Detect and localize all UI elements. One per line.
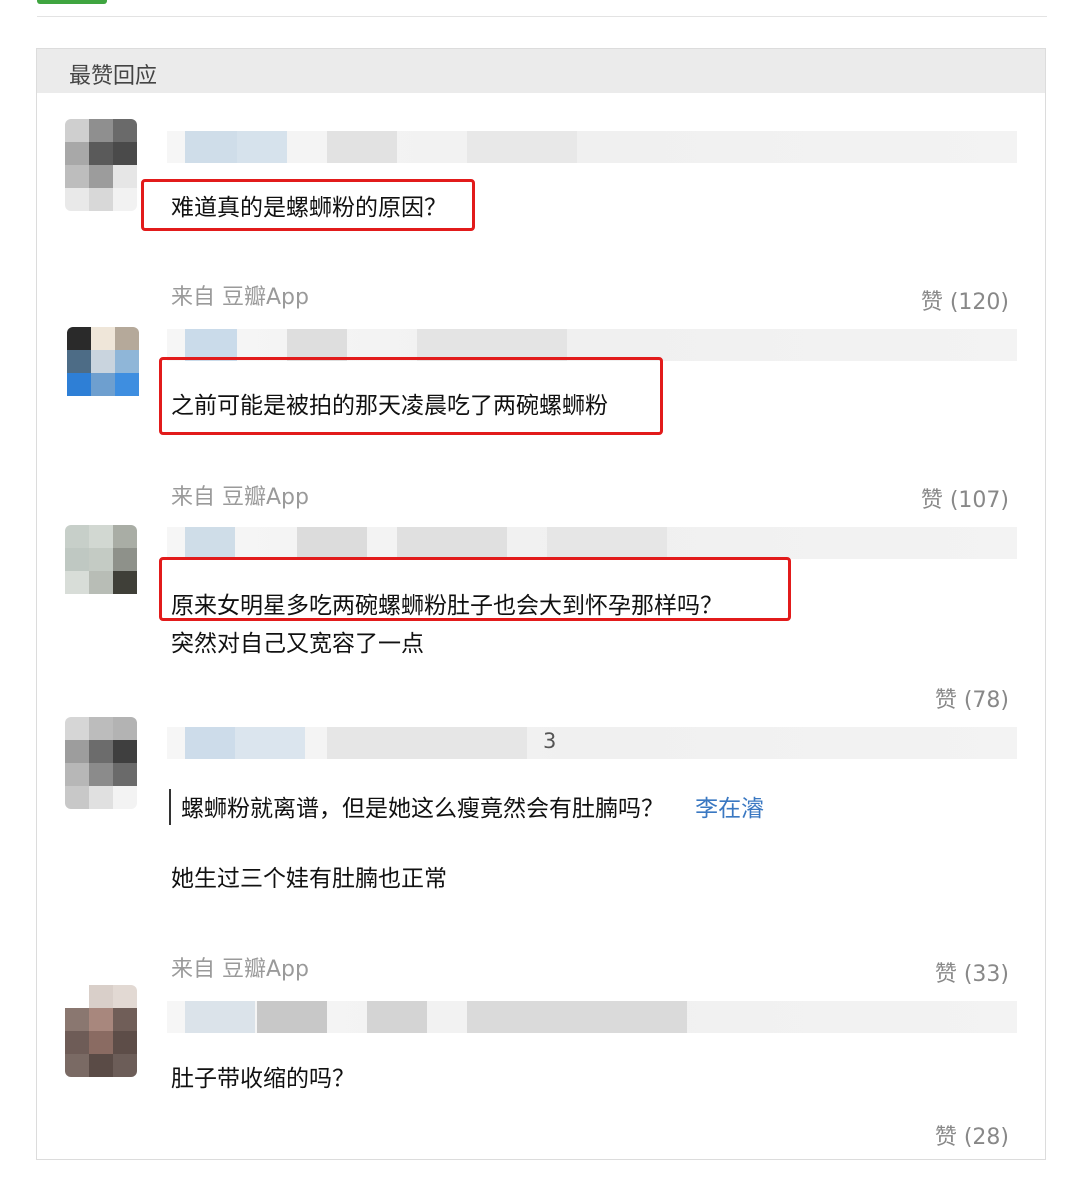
like-button[interactable]: 赞 (120) bbox=[921, 284, 1009, 316]
comment-source: 来自 豆瓣App bbox=[171, 485, 309, 510]
panel-header: 最赞回应 bbox=[37, 49, 1045, 93]
username-blurred[interactable] bbox=[167, 527, 1017, 559]
username-suffix: 3 bbox=[543, 729, 557, 753]
like-button[interactable]: 赞 (78) bbox=[935, 682, 1009, 714]
comment-text: 之前可能是被拍的那天凌晨吃了两碗螺蛳粉 bbox=[171, 393, 608, 419]
quoted-reply: 螺蛳粉就离谱，但是她这么瘦竟然会有肚腩吗？ 李在濬 bbox=[169, 789, 764, 825]
comment-text: 原来女明星多吃两碗螺蛳粉肚子也会大到怀孕那样吗？ bbox=[171, 593, 723, 619]
top-replies-panel: 最赞回应 难道真的是螺蛳粉的原因？ 来自 豆瓣App 赞 (120) 之前可能是… bbox=[36, 48, 1046, 1160]
username-blurred[interactable] bbox=[167, 1001, 1017, 1033]
comment-text: 她生过三个娃有肚腩也正常 bbox=[171, 866, 447, 892]
comment-text: 难道真的是螺蛳粉的原因？ bbox=[171, 195, 447, 221]
avatar[interactable] bbox=[65, 525, 137, 617]
comment-source: 来自 豆瓣App bbox=[171, 285, 309, 310]
section-title: 最赞回应 bbox=[69, 64, 158, 89]
like-button[interactable]: 赞 (33) bbox=[935, 956, 1009, 988]
comment-text-line2: 突然对自己又宽容了一点 bbox=[171, 631, 424, 657]
top-green-button[interactable] bbox=[37, 0, 107, 4]
comment-source: 来自 豆瓣App bbox=[171, 957, 309, 982]
avatar[interactable] bbox=[65, 985, 137, 1077]
username-blurred[interactable] bbox=[167, 131, 1017, 163]
username-blurred[interactable]: 3 bbox=[167, 727, 1017, 759]
divider bbox=[37, 16, 1047, 17]
quoted-text: 螺蛳粉就离谱，但是她这么瘦竟然会有肚腩吗？ bbox=[181, 796, 664, 822]
like-button[interactable]: 赞 (28) bbox=[935, 1119, 1009, 1151]
like-button[interactable]: 赞 (107) bbox=[921, 482, 1009, 514]
avatar[interactable] bbox=[65, 119, 137, 211]
avatar[interactable] bbox=[65, 717, 137, 809]
avatar[interactable] bbox=[67, 327, 139, 419]
comment-text: 肚子带收缩的吗？ bbox=[171, 1066, 355, 1092]
quoted-author-link[interactable]: 李在濬 bbox=[695, 796, 764, 822]
